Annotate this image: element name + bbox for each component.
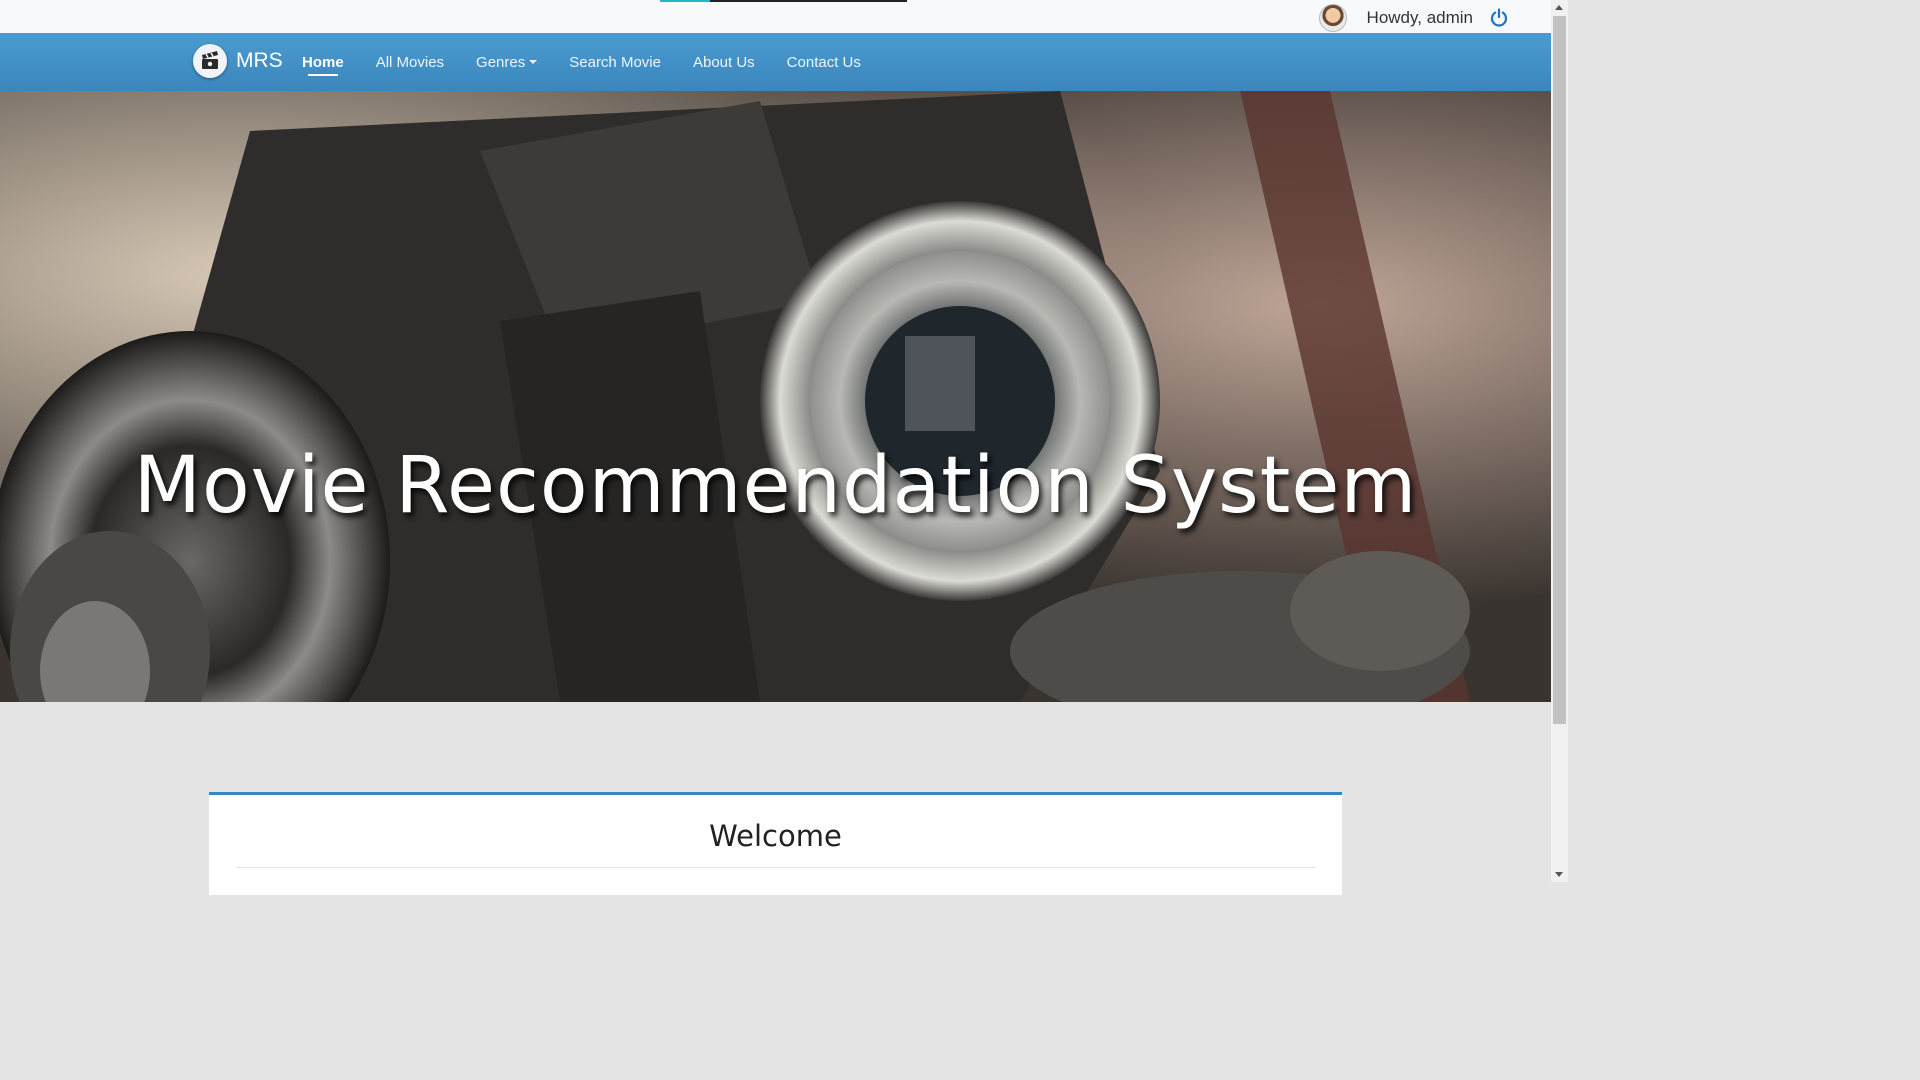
- page-loading-bar: [660, 0, 907, 2]
- hero-title: Movie Recommendation System: [133, 441, 1418, 531]
- nav-item-search-movie[interactable]: Search Movie: [553, 33, 677, 91]
- primary-nav: Home All Movies Genres Search Movie Abou…: [286, 33, 877, 91]
- scroll-thumb[interactable]: [1553, 16, 1566, 724]
- greeting-text: Howdy, admin: [1366, 7, 1473, 27]
- user-menu: Howdy, admin: [1318, 3, 1509, 32]
- nav-item-home[interactable]: Home: [286, 33, 360, 91]
- nav-item-genres-label: Genres: [476, 53, 526, 71]
- welcome-title: Welcome: [709, 819, 842, 853]
- nav-item-all-movies[interactable]: All Movies: [360, 33, 460, 91]
- top-user-bar: Howdy, admin: [0, 0, 1551, 33]
- power-icon[interactable]: [1489, 7, 1509, 28]
- brand-link[interactable]: MRS: [193, 44, 283, 78]
- camera-hero-image: [0, 91, 1551, 702]
- nav-item-genres[interactable]: Genres: [460, 33, 553, 91]
- brand-name: MRS: [236, 49, 283, 72]
- clapperboard-logo-icon: [193, 44, 227, 78]
- welcome-card: Welcome: [209, 792, 1342, 895]
- scroll-up-arrow-icon[interactable]: [1555, 5, 1563, 10]
- nav-item-about-us[interactable]: About Us: [677, 33, 771, 91]
- hero-banner: Movie Recommendation System: [0, 91, 1551, 702]
- main-navbar: MRS Home All Movies Genres Search Movie …: [0, 33, 1551, 91]
- divider: [236, 867, 1315, 868]
- nav-item-contact-us[interactable]: Contact Us: [771, 33, 877, 91]
- scroll-down-arrow-icon[interactable]: [1555, 872, 1563, 877]
- caret-down-icon: [529, 60, 538, 64]
- user-avatar[interactable]: [1318, 3, 1347, 32]
- vertical-scrollbar[interactable]: [1551, 0, 1568, 882]
